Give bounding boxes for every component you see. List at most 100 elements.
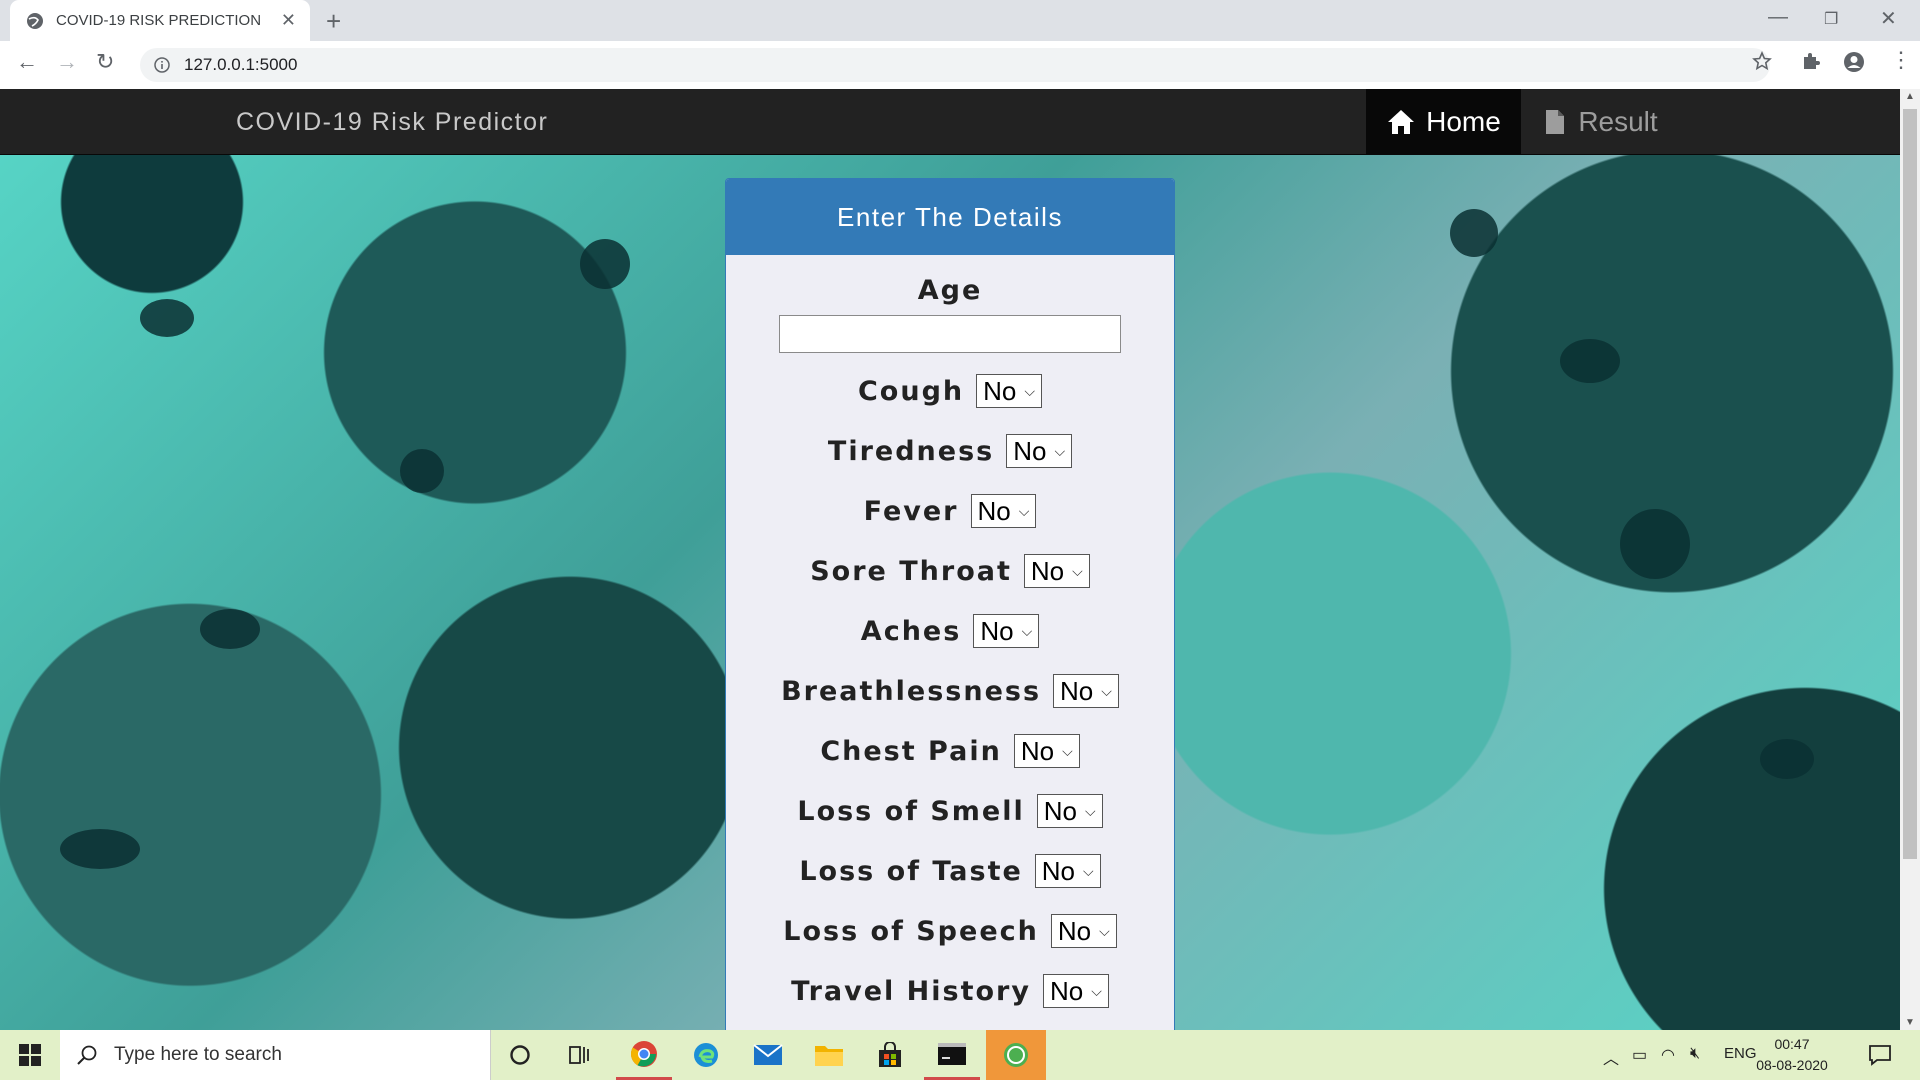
- aches-select[interactable]: No ⌵: [973, 614, 1040, 648]
- forward-arrow-icon[interactable]: →: [56, 49, 78, 75]
- travel-history-select[interactable]: No ⌵: [1042, 974, 1109, 1008]
- task-view-button[interactable]: [552, 1030, 608, 1080]
- sore-throat-select[interactable]: No ⌵: [1023, 554, 1090, 588]
- taskbar-app-whatsapp[interactable]: [986, 1030, 1046, 1080]
- fever-select-value: No: [977, 495, 1011, 526]
- cough-select[interactable]: No ⌵: [976, 374, 1042, 408]
- taskbar-clock[interactable]: 00:47 08-08-2020: [1752, 1034, 1832, 1076]
- chevron-down-icon: ⌵: [1018, 502, 1030, 519]
- virus-spike: [580, 239, 630, 289]
- globe-icon: [27, 12, 43, 29]
- scroll-down-arrow-icon[interactable]: ▼: [1905, 1017, 1915, 1028]
- page-scrollbar[interactable]: ▲ ▼: [1900, 89, 1920, 1030]
- chest-pain-select[interactable]: No ⌵: [1013, 734, 1080, 768]
- breathlessness-select[interactable]: No ⌵: [1053, 674, 1119, 708]
- age-label: Age: [917, 275, 983, 306]
- chevron-down-icon: ⌵: [1099, 922, 1110, 939]
- taskbar-app-file-explorer[interactable]: [801, 1030, 857, 1080]
- page-background: COVID-19 Risk Predictor Home Result Ente…: [0, 89, 1900, 1030]
- mail-icon: [753, 1044, 783, 1065]
- reload-icon[interactable]: ↻: [96, 49, 114, 75]
- scrollbar-thumb[interactable]: [1903, 109, 1917, 859]
- taskbar-search-box[interactable]: Type here to search: [60, 1030, 491, 1080]
- browser-tab-strip: COVID-19 RISK PREDICTION ✕ + — ❐ ✕: [0, 0, 1920, 41]
- volume-muted-icon[interactable]: 🔇︎: [1690, 1045, 1700, 1063]
- browser-tab[interactable]: COVID-19 RISK PREDICTION ✕: [10, 0, 310, 41]
- taskbar-app-mail[interactable]: [740, 1030, 796, 1080]
- form-row: Loss of Smell No ⌵: [726, 781, 1174, 841]
- form-row: Travel History No ⌵: [726, 961, 1174, 1021]
- wifi-icon[interactable]: ◠: [1661, 1045, 1675, 1065]
- virus-spike: [400, 449, 444, 493]
- bookmark-star-icon[interactable]: [1752, 51, 1772, 71]
- travel-history-select-value: No: [1049, 975, 1084, 1006]
- symptom-fields: Cough No ⌵ Tiredness No ⌵ Fever No ⌵ Sore Throat N…: [726, 361, 1174, 1021]
- site-navbar: COVID-19 Risk Predictor Home Result: [0, 89, 1900, 155]
- chevron-down-icon: ⌵: [1083, 862, 1094, 879]
- details-form-panel: Enter The Details Age Cough No ⌵ Tiredness N…: [725, 178, 1175, 1030]
- loss-of-smell-select-value: No: [1043, 795, 1078, 826]
- windows-taskbar: Type here to search ︿ ▭ ◠ 🔇︎ ENG 00:47 0…: [0, 1030, 1920, 1080]
- new-tab-button[interactable]: +: [326, 6, 341, 37]
- fever-select[interactable]: No ⌵: [970, 494, 1037, 528]
- loss-of-smell-select[interactable]: No ⌵: [1036, 794, 1103, 828]
- show-hidden-icons-chevron-icon[interactable]: ︿: [1603, 1045, 1619, 1069]
- nav-home-label: Home: [1426, 105, 1501, 137]
- start-button[interactable]: [0, 1030, 60, 1080]
- terminal-icon: [938, 1042, 966, 1065]
- sore-throat-select-value: No: [1030, 555, 1065, 586]
- browser-toolbar: ← → ↻ 127.0.0.1:5000 ⋮: [0, 41, 1920, 90]
- breathlessness-label: Breathlessness: [781, 675, 1042, 707]
- nav-result-link[interactable]: Result: [1521, 89, 1681, 154]
- chevron-down-icon: ⌵: [1062, 742, 1073, 759]
- form-row: Loss of Taste No ⌵: [726, 841, 1174, 901]
- folder-icon: [815, 1046, 843, 1066]
- taskbar-app-terminal[interactable]: [924, 1030, 980, 1080]
- chevron-down-icon: ⌵: [1024, 382, 1035, 399]
- tiredness-select[interactable]: No ⌵: [1006, 434, 1073, 468]
- loss-of-taste-select[interactable]: No ⌵: [1034, 854, 1101, 888]
- aches-label: Aches: [860, 615, 962, 647]
- form-row: Aches No ⌵: [726, 601, 1174, 661]
- age-field-group: Age: [726, 275, 1174, 353]
- chrome-icon: [630, 1040, 657, 1067]
- close-window-icon[interactable]: ✕: [1880, 6, 1897, 31]
- loss-of-taste-select-value: No: [1041, 855, 1076, 886]
- battery-icon[interactable]: ▭: [1632, 1045, 1647, 1065]
- notification-center-icon[interactable]: [1868, 1044, 1892, 1066]
- loss-of-speech-select-value: No: [1057, 915, 1092, 946]
- loss-of-taste-label: Loss of Taste: [799, 855, 1023, 887]
- loss-of-smell-label: Loss of Smell: [797, 795, 1025, 827]
- profile-avatar-icon[interactable]: [1843, 51, 1865, 73]
- back-arrow-icon[interactable]: ←: [16, 49, 38, 75]
- virus-spike: [1760, 739, 1814, 779]
- address-bar[interactable]: 127.0.0.1:5000: [140, 48, 1770, 82]
- virus-spike: [140, 299, 194, 337]
- nav-home-link[interactable]: Home: [1366, 89, 1521, 154]
- minimize-window-icon[interactable]: —: [1768, 6, 1788, 29]
- file-icon: [1546, 109, 1565, 134]
- nav-result-label: Result: [1578, 105, 1658, 137]
- aches-select-value: No: [980, 615, 1014, 646]
- restore-window-icon[interactable]: ❐: [1824, 9, 1838, 29]
- taskbar-app-edge[interactable]: [678, 1030, 734, 1080]
- virus-spike: [200, 609, 260, 649]
- store-bag-icon: [879, 1042, 901, 1067]
- search-icon: [77, 1045, 97, 1065]
- loss-of-speech-label: Loss of Speech: [783, 915, 1039, 947]
- scroll-up-arrow-icon[interactable]: ▲: [1905, 91, 1915, 102]
- info-icon: [154, 57, 170, 73]
- brand-title[interactable]: COVID-19 Risk Predictor: [236, 108, 548, 137]
- loss-of-speech-select[interactable]: No ⌵: [1050, 914, 1117, 948]
- tab-title: COVID-19 RISK PREDICTION: [56, 12, 262, 29]
- taskbar-search-placeholder: Type here to search: [114, 1044, 282, 1065]
- form-row: Cough No ⌵: [726, 361, 1174, 421]
- taskbar-app-store[interactable]: [862, 1030, 918, 1080]
- chevron-down-icon: ⌵: [1091, 982, 1102, 999]
- cortana-button[interactable]: [492, 1030, 548, 1080]
- close-tab-icon[interactable]: ✕: [281, 10, 296, 31]
- age-input[interactable]: [779, 315, 1121, 353]
- menu-kebab-icon[interactable]: ⋮: [1890, 47, 1912, 73]
- taskbar-app-chrome[interactable]: [616, 1030, 672, 1080]
- extensions-puzzle-icon[interactable]: [1801, 51, 1821, 71]
